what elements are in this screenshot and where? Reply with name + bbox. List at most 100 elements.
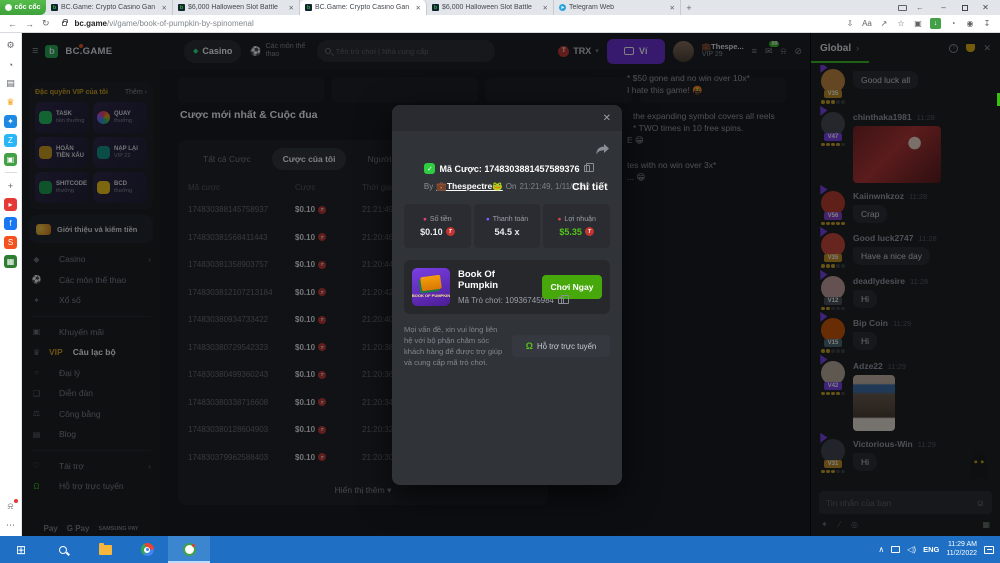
stat-label: Thanh toán (493, 216, 528, 223)
on-label: On (506, 182, 517, 191)
games-icon[interactable]: ▣ (4, 153, 17, 166)
online-support-button[interactable]: Ω Hỗ trợ trực tuyến (512, 335, 610, 357)
tab-favicon: b (305, 4, 312, 11)
save-page-icon[interactable]: ⇩ (845, 19, 855, 28)
maximize-icon (962, 5, 968, 11)
more-icon[interactable]: ⋯ (4, 519, 17, 532)
modal-close-button[interactable]: ✕ (603, 113, 611, 124)
ssl-lock-icon[interactable] (62, 21, 67, 26)
shopee-icon[interactable]: S (4, 236, 17, 249)
action-center-icon[interactable] (984, 546, 994, 554)
window-maximize-button[interactable] (954, 0, 975, 15)
bookmark-star-icon[interactable]: ☆ (896, 19, 906, 28)
adblock-shield-icon[interactable]: ▣ (913, 19, 923, 28)
tab-title: $6,000 Halloween Slot Battle (442, 4, 540, 11)
back-button[interactable]: ← (8, 19, 17, 29)
chrome-icon (141, 543, 154, 556)
browser-toolbar-icons: ⇩ Aa ↗ ☆ ▣ ↓ ◔ ◉ ↧ (845, 18, 992, 29)
headset-icon: Ω (526, 341, 533, 351)
forward-button[interactable]: → (25, 19, 34, 29)
browser-tab[interactable]: b BC.Game: Crypto Casino Gan ✕ (300, 0, 427, 15)
input-language[interactable]: ENG (923, 545, 939, 554)
tab-title: BC.Game: Crypto Casino Gan (315, 4, 413, 11)
translate-icon[interactable]: Aa (862, 19, 872, 28)
taskbar-search-button[interactable] (42, 536, 84, 563)
trx-coin-icon: T (446, 227, 455, 236)
window-close-button[interactable]: ✕ (975, 0, 996, 15)
game-card: BOOK OF PUMPKIN Book Of Pumpkin Mã Trò c… (404, 260, 610, 314)
history-icon[interactable]: ◔ (4, 58, 17, 71)
url-text[interactable]: bc.game/vi/game/book-of-pumpkin-by-spino… (75, 19, 254, 28)
messenger-icon[interactable]: ✦ (4, 115, 17, 128)
share-bet-icon[interactable] (595, 143, 610, 156)
cast-icon[interactable] (898, 5, 907, 11)
taskbar-clock[interactable]: 11:29 AM 11/2/2022 (946, 541, 977, 559)
copy-game-id-icon[interactable] (558, 297, 564, 304)
profit-icon: ● (557, 216, 561, 223)
reload-button[interactable]: ↻ (42, 18, 50, 29)
browser-tab[interactable]: b $6,000 Halloween Slot Battle ✕ (173, 0, 300, 15)
play-now-button[interactable]: Chơi Ngay (542, 275, 602, 299)
address-bar: ← → ↻ bc.game/vi/game/book-of-pumpkin-by… (0, 15, 1000, 33)
downloads-icon[interactable]: ↧ (982, 19, 992, 28)
stat-value: $5.35T (559, 227, 594, 237)
pumpkin-book-art (420, 275, 442, 292)
file-explorer-button[interactable] (84, 536, 126, 563)
bet-stats-row: ●Số tiền $0.10T ●Thanh toán 54.5 x ●Lợi … (404, 204, 610, 248)
url-path: /vi/game/book-of-pumpkin-by-spinomenal (107, 19, 254, 28)
network-icon[interactable] (891, 546, 900, 553)
newsfeed-icon[interactable]: ▤ (4, 77, 17, 90)
stat-value: 54.5 x (494, 227, 519, 237)
tab-close-icon[interactable]: ✕ (543, 4, 548, 12)
zalo-icon[interactable]: Z (4, 134, 17, 147)
system-tray: ∧ ◁) ENG 11:29 AM 11/2/2022 (878, 536, 1000, 563)
coccoc-taskbar-button[interactable] (168, 536, 210, 563)
tab-close-icon[interactable]: ✕ (416, 4, 421, 12)
screen: cốc cốc b BC.Game: Crypto Casino Gan ✕ b… (0, 0, 1000, 563)
extensions-icon[interactable]: ◔ (948, 19, 958, 28)
tray-expand-icon[interactable]: ∧ (878, 545, 884, 554)
rewards-crown-icon[interactable]: ♛ (4, 96, 17, 109)
verified-check-icon: ✓ (424, 163, 435, 174)
youtube-icon[interactable]: ▸ (4, 198, 17, 211)
rail-divider (5, 172, 17, 173)
webpage: ≡ b BC.GAME Đặc quyền VIP của tôi Thêm ›… (0, 33, 1000, 536)
start-button[interactable]: ⊞ (0, 536, 42, 563)
notifications-bell-icon[interactable]: ⍾ (4, 500, 17, 513)
bettor-username-link[interactable]: 💼Thespectre🐸 (436, 181, 503, 192)
stat-value: $0.10T (420, 227, 455, 237)
tab-favicon: b (51, 4, 58, 11)
payout-icon: ● (486, 216, 490, 223)
tab-list: b BC.Game: Crypto Casino Gan ✕ b $6,000 … (46, 0, 681, 15)
browser-tab[interactable]: b $6,000 Halloween Slot Battle ✕ (427, 0, 554, 15)
tab-close-icon[interactable]: ✕ (162, 4, 167, 12)
tab-title: $6,000 Halloween Slot Battle (188, 4, 286, 11)
add-shortcut-icon[interactable]: + (4, 179, 17, 192)
new-tab-button[interactable]: + (681, 0, 697, 15)
chrome-button[interactable] (126, 536, 168, 563)
store-icon[interactable]: ▦ (4, 255, 17, 268)
tab-close-icon[interactable]: ✕ (670, 4, 675, 12)
share-icon[interactable]: ↗ (879, 19, 889, 28)
tab-close-icon[interactable]: ✕ (289, 4, 294, 12)
browser-tab[interactable]: ➤ Telegram Web ✕ (554, 0, 681, 15)
window-minimize-button[interactable]: – (933, 0, 954, 15)
tab-favicon: b (178, 4, 185, 11)
game-thumbnail[interactable]: BOOK OF PUMPKIN (412, 268, 450, 306)
copy-bet-id-icon[interactable] (584, 165, 590, 172)
coccoc-menu-button[interactable]: cốc cốc (0, 0, 46, 15)
coccoc-download-icon[interactable]: ↓ (930, 18, 941, 29)
clock-date: 11/2/2022 (946, 550, 977, 559)
volume-icon[interactable]: ◁) (907, 545, 916, 554)
facebook-icon[interactable]: f (4, 217, 17, 230)
amount-icon: ● (423, 216, 427, 223)
modal-header: Chi tiết ✕ (392, 105, 622, 131)
browser-tab[interactable]: b BC.Game: Crypto Casino Gan ✕ (46, 0, 173, 15)
bet-details-modal: Chi tiết ✕ ✓ Mã Cược: 174830388145758937… (392, 105, 622, 485)
stat-label: Lợi nhuận (564, 216, 595, 223)
restore-session-icon[interactable]: ← (916, 3, 924, 12)
coccoc-logo-icon (5, 4, 12, 11)
bet-stat-box: ●Số tiền $0.10T (404, 204, 471, 248)
settings-icon[interactable]: ⚙ (4, 39, 17, 52)
profile-icon[interactable]: ◉ (965, 19, 975, 28)
